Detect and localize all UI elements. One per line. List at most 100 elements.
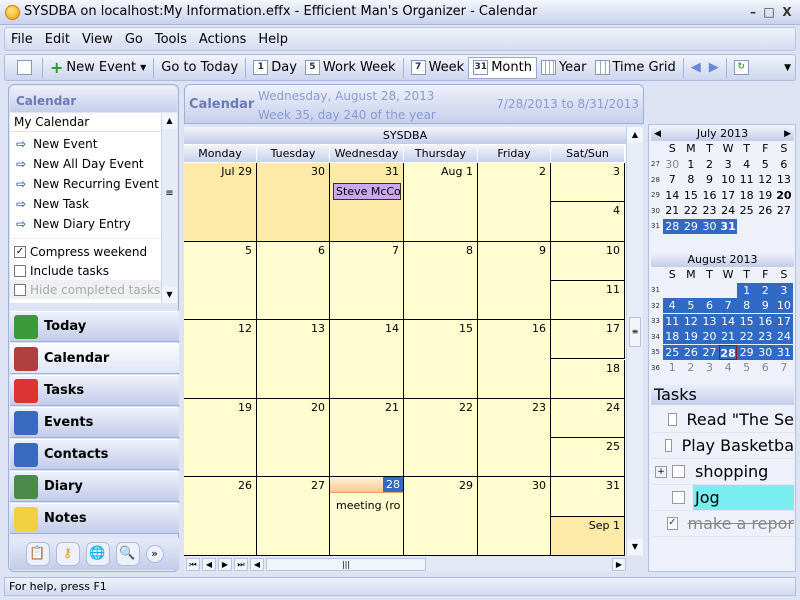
- mini-day[interactable]: 26: [681, 344, 701, 360]
- mini-day[interactable]: 8: [682, 172, 701, 187]
- calendar-event[interactable]: Steve McCor: [333, 183, 401, 200]
- menu-file[interactable]: File: [11, 32, 33, 47]
- day-cell-sun[interactable]: 18: [551, 359, 625, 399]
- day-cell-sat[interactable]: 31: [551, 477, 625, 517]
- task-item[interactable]: Read "The Se: [651, 407, 794, 433]
- mini-day[interactable]: 1: [682, 157, 701, 172]
- mini-day[interactable]: 19: [681, 329, 701, 345]
- mini-day[interactable]: 10: [719, 172, 738, 187]
- mini-day[interactable]: 3: [774, 282, 794, 298]
- day-cell[interactable]: 6: [257, 241, 330, 321]
- day-cell[interactable]: Aug 1: [404, 163, 478, 242]
- task-checkbox[interactable]: ✓: [667, 517, 678, 530]
- day-cell[interactable]: 16: [478, 320, 551, 399]
- globe-lock-icon[interactable]: 🌐: [85, 542, 110, 566]
- menu-help[interactable]: Help: [258, 32, 288, 47]
- mini-day[interactable]: 26: [756, 203, 775, 218]
- mini-day[interactable]: 4: [719, 360, 738, 375]
- close-button[interactable]: X: [780, 5, 794, 19]
- calendar-event[interactable]: meeting (roor: [333, 498, 401, 513]
- mini-day[interactable]: 29: [737, 344, 756, 360]
- day-cell[interactable]: 30: [478, 477, 551, 556]
- week-number[interactable]: 28: [651, 176, 663, 184]
- day-cell[interactable]: 13: [257, 320, 330, 399]
- day-cell[interactable]: 20: [257, 398, 330, 478]
- mini-day[interactable]: 24: [774, 329, 794, 345]
- week-number[interactable]: 35: [651, 348, 663, 356]
- mini-day[interactable]: 7: [663, 172, 682, 187]
- more-chevron-icon[interactable]: »: [145, 545, 164, 563]
- prev-page-button[interactable]: ◀: [202, 557, 216, 571]
- day-cell[interactable]: 5: [184, 241, 257, 321]
- nav-tasks[interactable]: Tasks: [10, 375, 179, 406]
- maximize-button[interactable]: □: [762, 5, 776, 19]
- nav-calendar[interactable]: Calendar: [10, 343, 179, 374]
- task-item[interactable]: Play Basketba: [651, 433, 794, 459]
- day-cell-sun[interactable]: Sep 1: [551, 516, 625, 556]
- mini-day[interactable]: 1: [737, 282, 756, 298]
- day-cell-sat[interactable]: 17: [551, 320, 625, 360]
- mini-day[interactable]: 22: [682, 203, 701, 218]
- day-cell[interactable]: 19: [184, 398, 257, 478]
- week-number[interactable]: 27: [651, 160, 663, 168]
- day-cell-sun[interactable]: 11: [551, 280, 625, 321]
- mini-day[interactable]: 30: [755, 344, 775, 360]
- mini-day[interactable]: 15: [682, 188, 701, 203]
- day-cell[interactable]: 2: [478, 163, 551, 242]
- day-cell[interactable]: 23: [478, 398, 551, 478]
- day-cell[interactable]: 14: [330, 320, 404, 399]
- scroll-thumb[interactable]: |||: [266, 557, 426, 571]
- mini-day[interactable]: 9: [700, 172, 719, 187]
- mini-day[interactable]: 31: [774, 344, 794, 360]
- mini-day[interactable]: 28: [718, 344, 738, 360]
- mini-day[interactable]: 14: [718, 313, 738, 329]
- menu-view[interactable]: View: [82, 32, 113, 47]
- mini-day[interactable]: 7: [718, 298, 738, 314]
- task-checkbox[interactable]: [672, 465, 685, 478]
- vertical-scrollbar[interactable]: ▲ ≡ ▼: [626, 127, 643, 556]
- mini-day[interactable]: 29: [681, 218, 701, 234]
- mini-day[interactable]: 5: [737, 360, 756, 375]
- mini-day[interactable]: 25: [737, 203, 756, 218]
- mini-day[interactable]: 18: [737, 188, 756, 203]
- mini-day[interactable]: 4: [737, 157, 756, 172]
- mini-day[interactable]: 7: [775, 360, 794, 375]
- week-number[interactable]: 36: [651, 364, 663, 372]
- mini-day[interactable]: 30: [663, 157, 682, 172]
- clipboard-icon[interactable]: 📋: [25, 542, 50, 566]
- mini-day[interactable]: 17: [774, 313, 794, 329]
- mini-day[interactable]: 24: [719, 203, 738, 218]
- mini-day[interactable]: 15: [737, 313, 756, 329]
- day-cell-sat[interactable]: 3: [551, 163, 625, 203]
- mini-day[interactable]: 5: [681, 298, 701, 314]
- mini-day[interactable]: 12: [681, 313, 701, 329]
- mini-day[interactable]: 16: [755, 313, 775, 329]
- checkbox[interactable]: ✓: [14, 245, 26, 258]
- mini-day[interactable]: 27: [700, 344, 719, 360]
- mini-day[interactable]: 20: [775, 188, 794, 203]
- day-cell-sat[interactable]: 24: [551, 398, 625, 439]
- menu-edit[interactable]: Edit: [45, 32, 70, 47]
- search-icon[interactable]: 🔍: [115, 542, 140, 566]
- nav-contacts[interactable]: Contacts: [10, 439, 179, 470]
- day-cell[interactable]: Jul 29: [184, 163, 257, 242]
- last-page-button[interactable]: ⏭: [234, 557, 248, 571]
- task-checkbox[interactable]: [672, 491, 685, 504]
- key-icon[interactable]: ⚷: [55, 542, 80, 566]
- task-item[interactable]: ✓ make a repor: [651, 511, 794, 537]
- day-cell[interactable]: 21: [330, 398, 404, 478]
- work-week-view-button[interactable]: 5 Work Week: [301, 57, 400, 79]
- scroll-right-button[interactable]: ▶: [612, 557, 626, 571]
- day-cell[interactable]: 29: [404, 477, 478, 556]
- checkbox[interactable]: [14, 264, 26, 277]
- mini-day[interactable]: 11: [663, 313, 682, 329]
- mini-day[interactable]: 27: [775, 203, 794, 218]
- mini-day[interactable]: 23: [755, 329, 775, 345]
- week-number[interactable]: 34: [651, 333, 663, 341]
- mini-day[interactable]: 3: [700, 360, 719, 375]
- day-cell[interactable]: 30: [257, 163, 330, 242]
- mini-day[interactable]: 2: [682, 360, 701, 375]
- toolbar-overflow-button[interactable]: ▼: [780, 57, 795, 79]
- mini-day[interactable]: 6: [700, 298, 719, 314]
- task-item[interactable]: + shopping: [651, 459, 794, 485]
